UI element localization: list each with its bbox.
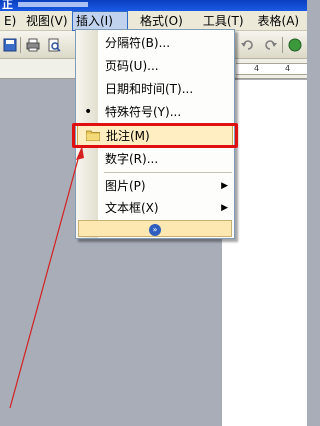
expand-chevrons-icon: » [149, 224, 161, 236]
bullet-icon: • [84, 104, 93, 120]
menu-item-break[interactable]: 分隔符(B)... [76, 32, 234, 54]
ruler-tick-label: 4 [254, 64, 260, 73]
menu-item-label: 特殊符号(Y)... [105, 105, 182, 119]
ruler-tick-label: 4 [285, 64, 291, 73]
window-title: 正 [2, 0, 14, 11]
toolbar-separator [20, 37, 21, 53]
menu-item-date-time[interactable]: 日期和时间(T)... [76, 78, 234, 100]
ruler-active-area [236, 63, 307, 75]
hyperlink-icon[interactable] [287, 37, 303, 53]
menu-item-label: 图片(P) [105, 179, 146, 193]
folder-icon [86, 130, 100, 141]
redo-icon[interactable] [262, 37, 278, 53]
toolbar-separator [282, 37, 283, 53]
print-icon[interactable] [25, 37, 41, 53]
menu-table[interactable]: 表格(A) [254, 11, 304, 31]
title-text-blurred [18, 2, 88, 7]
menu-item-text-box[interactable]: 文本框(X) ▶ [76, 197, 234, 219]
insert-menu-dropdown: 分隔符(B)... 页码(U)... 日期和时间(T)... • 特殊符号(Y)… [75, 29, 235, 239]
menu-tools[interactable]: 工具(T) [199, 11, 248, 31]
menu-item-special-symbol[interactable]: • 特殊符号(Y)... [76, 101, 234, 123]
submenu-arrow-icon: ▶ [221, 203, 228, 213]
undo-icon[interactable] [240, 37, 256, 53]
menu-item-comment[interactable]: 批注(M) [77, 124, 233, 146]
print-preview-icon[interactable] [46, 37, 62, 53]
menu-item-label: 批注(M) [106, 129, 150, 143]
menu-expand-button[interactable]: » [78, 220, 232, 237]
menu-edit[interactable]: E) [0, 11, 22, 31]
menu-item-label: 分隔符(B)... [105, 36, 171, 50]
menu-item-picture[interactable]: 图片(P) ▶ [76, 175, 234, 197]
menu-view[interactable]: 视图(V) [22, 11, 72, 31]
save-icon[interactable] [2, 37, 18, 53]
menu-item-label: 文本框(X) [105, 201, 159, 215]
menu-item-label: 数字(R)... [105, 152, 159, 166]
title-bar: 正 [0, 0, 307, 11]
menu-item-page-numbers[interactable]: 页码(U)... [76, 55, 234, 77]
submenu-arrow-icon: ▶ [221, 181, 228, 191]
menu-bar: E) 视图(V) 插入(I) 格式(O) 工具(T) 表格(A) [0, 10, 307, 31]
menu-format[interactable]: 格式(O) [136, 11, 187, 31]
menu-item-label: 页码(U)... [105, 59, 159, 73]
menu-item-number[interactable]: 数字(R)... [76, 148, 234, 170]
menu-item-label: 日期和时间(T)... [105, 82, 194, 96]
menu-separator [104, 172, 232, 173]
menu-insert[interactable]: 插入(I) [72, 10, 128, 31]
